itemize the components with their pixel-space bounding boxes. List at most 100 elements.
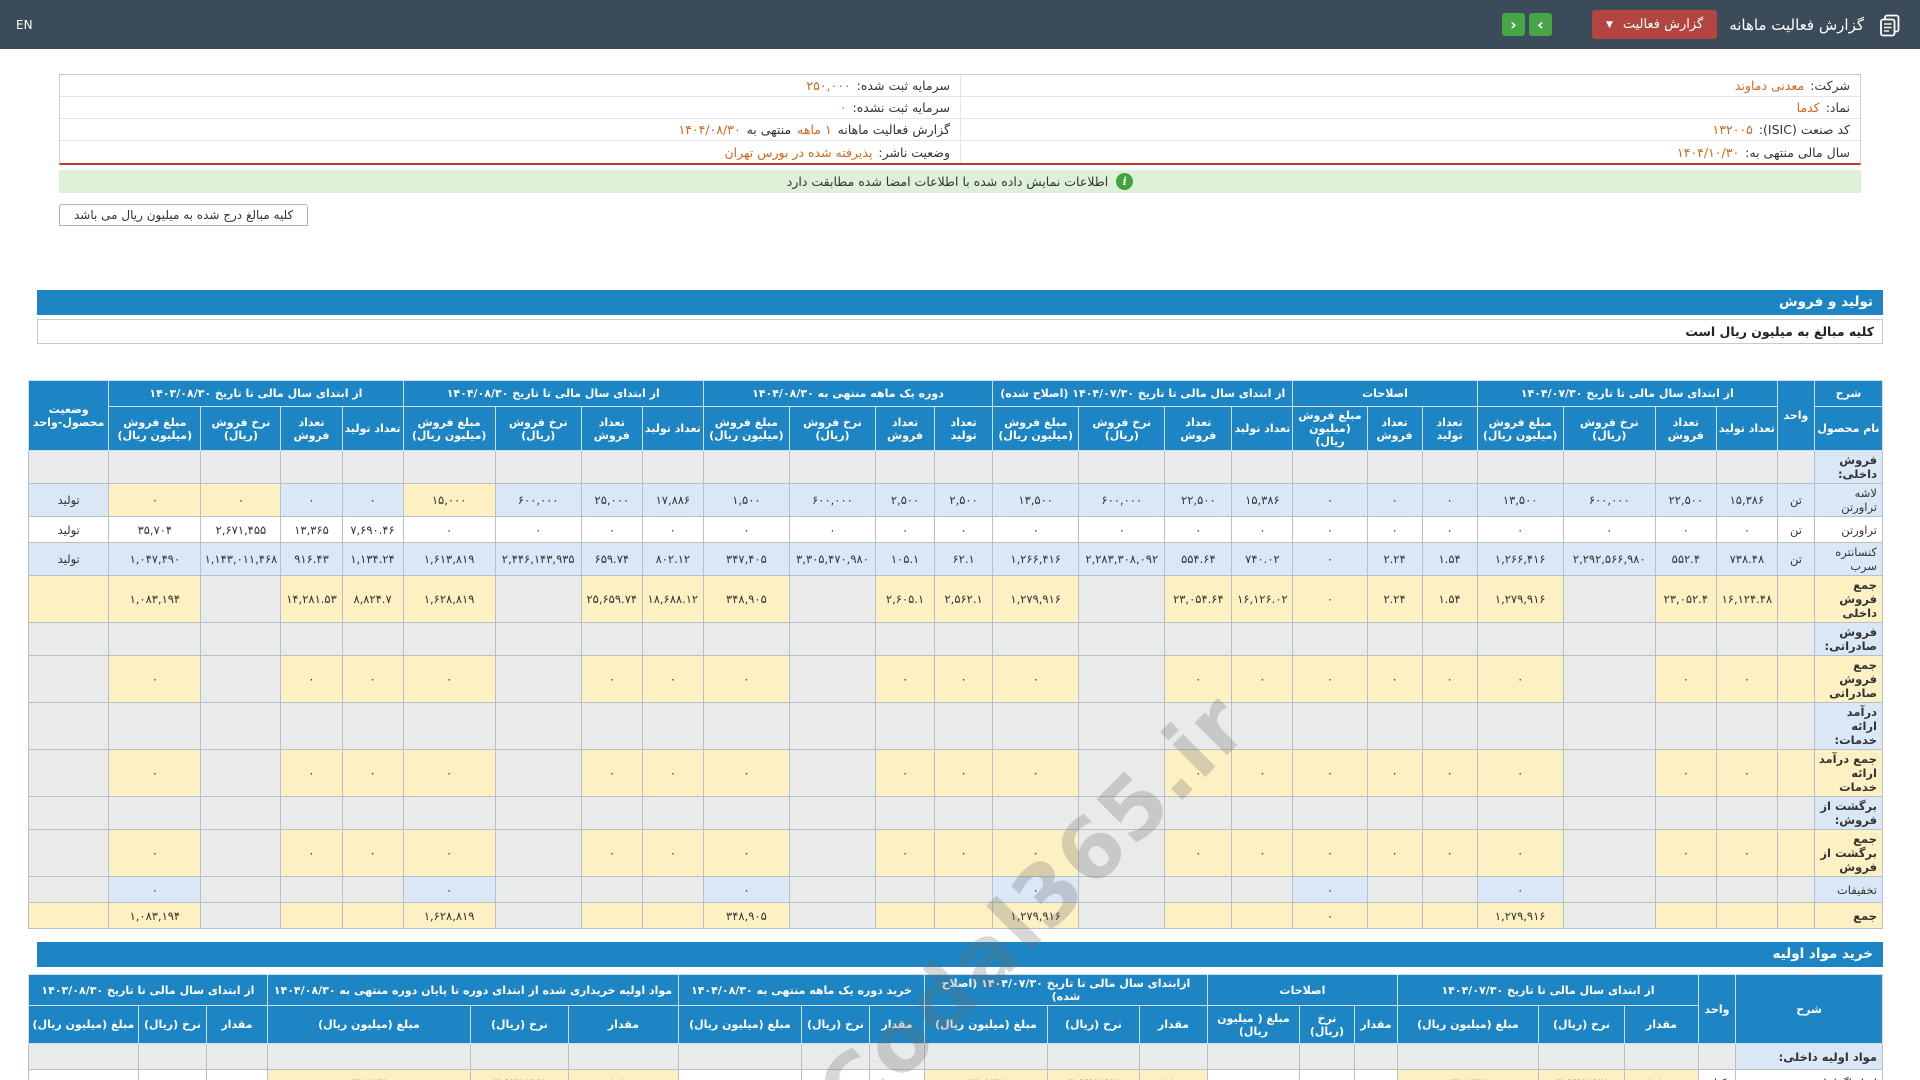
table-cell <box>1421 796 1478 830</box>
table-cell: ۰ <box>934 829 994 877</box>
table-cell <box>280 450 343 484</box>
table-cell <box>1654 902 1717 929</box>
table-cell: ۲۳,۰۵۴.۶۴ <box>1164 575 1233 623</box>
info-value[interactable]: معدنی دماوند <box>1735 78 1804 93</box>
table-cell <box>27 829 110 877</box>
column-header: نرخ (ریال) <box>1298 1005 1355 1044</box>
info-label: سال مالی منتهی به: <box>1745 144 1850 160</box>
table-cell: ۰ <box>875 516 936 543</box>
column-header: مبلغ فروش (میلیون ریال) <box>1476 406 1564 451</box>
info-label: کد صنعت (ISIC): <box>1758 122 1850 137</box>
table-cell <box>27 655 110 703</box>
amounts-note: کلیه مبالغ به میلیون ریال است <box>37 319 1883 344</box>
table-cell: ۶۰۰,۰۰۰ <box>1078 483 1166 517</box>
table-cell <box>137 1043 207 1070</box>
table-cell <box>494 796 582 830</box>
column-header: مبلغ فروش (میلیون ریال) <box>1292 406 1368 451</box>
table-cell: ۰ <box>1421 655 1478 703</box>
clipboard-report-icon[interactable] <box>1876 11 1904 39</box>
table-cell <box>1292 450 1368 484</box>
table-cell: ۹۱۶.۴۳ <box>280 542 343 576</box>
column-header: مبلغ فروش (میلیون ریال) <box>992 406 1080 451</box>
table-cell <box>1231 876 1294 903</box>
table-cell: ۳۱,۱۳۲ <box>266 1069 471 1080</box>
table-cell <box>1776 902 1815 929</box>
report-type-select[interactable]: گزارش فعالیت ▼ <box>1591 10 1718 39</box>
table-cell <box>641 450 704 484</box>
table-cell <box>1776 575 1815 623</box>
table-cell: ۰ <box>402 655 496 703</box>
next-report-button[interactable]: › <box>1528 13 1552 36</box>
table-cell <box>494 902 582 929</box>
info-value: ۱۴۰۴/۱۰/۳۰ <box>1677 144 1740 160</box>
table-cell <box>800 1043 870 1070</box>
table-cell <box>934 796 994 830</box>
table-cell <box>580 876 643 903</box>
table-cell: ۱,۰۸۳,۱۹۴ <box>108 575 202 623</box>
table-cell <box>402 450 496 484</box>
table-cell: ۰ <box>1078 516 1166 543</box>
table-cell: ۷,۶۹۰.۴۶ <box>341 516 404 543</box>
unit-note-tab[interactable]: کلیه مبالغ درج شده به میلیون ریال می باش… <box>59 204 309 226</box>
table-cell <box>1654 622 1717 656</box>
table-cell <box>580 622 643 656</box>
table-row: تراورتن تن ۰ ۰ ۰ ۰ ۰ ۰ ۰ ۰ ۰ ۰ ۰ ۰ ۰ ۰ ۰ ۰ ۰ ۰ ۰ ۷,۶۹۰.۴۶ ۱۳,۳… <box>27 516 1884 543</box>
table-cell <box>1562 450 1656 484</box>
table-cell: ۲,۲۹۲,۵۶۶,۹۸۰ <box>1562 542 1656 576</box>
table-cell <box>108 450 202 484</box>
table-cell <box>1776 749 1815 797</box>
table-cell: ۳,۵۳۷,۷۲۷ <box>1046 1069 1140 1080</box>
table-cell: ۰ <box>702 516 790 543</box>
table-cell: ۰ <box>1421 483 1478 517</box>
column-header: تعداد فروش <box>280 406 343 451</box>
table-cell: ۰ <box>280 829 343 877</box>
column-header: تعداد فروش <box>1654 406 1717 451</box>
table-cell: ۰ <box>1476 516 1564 543</box>
section-title-raw-materials: خرید مواد اولیه <box>37 942 1883 967</box>
table-cell <box>1396 1043 1540 1070</box>
table-cell <box>1421 622 1478 656</box>
table-cell <box>1562 749 1656 797</box>
table-cell <box>1698 1043 1736 1070</box>
row-label: تراورتن <box>1813 516 1884 543</box>
column-header: مقدار <box>567 1005 679 1044</box>
table-cell: ۰ <box>934 749 994 797</box>
table-cell <box>788 876 877 903</box>
table-cell <box>1562 622 1656 656</box>
row-label: کنسانتره سرب <box>1813 542 1884 576</box>
table-cell <box>341 450 404 484</box>
table-cell: ۰ <box>1654 749 1717 797</box>
column-header: تعداد تولید <box>934 406 994 451</box>
table-cell: ۰ <box>641 749 704 797</box>
column-group-header: دوره یک ماهه منتهی به ۱۴۰۴/۰۸/۳۰ <box>702 380 994 407</box>
table-cell: ۱,۶۱۳,۸۱۹ <box>402 542 496 576</box>
table-cell: ۰ <box>108 829 202 877</box>
language-toggle[interactable]: EN <box>16 18 33 32</box>
column-header: تعداد فروش <box>875 406 936 451</box>
table-cell <box>1078 702 1166 750</box>
table-cell: ۱۳,۵۰۰ <box>1476 483 1564 517</box>
table-row: جمع درآمد ارائه خدمات ۰ ۰ ۰ ۰ ۰ ۰ ۰ ۰ ۰ ۰ ۰ ۰ ۰ ۰ ۰ ۰ ۰ ۰ <box>27 749 1884 797</box>
company-info-cell: گزارش فعالیت ماهانه ۱ ماهه منتهی به ۱۴۰۴/۰۸… <box>60 119 960 140</box>
table-cell: ۰ <box>641 516 704 543</box>
previous-report-button[interactable]: ‹ <box>1501 13 1525 36</box>
table-cell: تن <box>1776 542 1815 576</box>
table-cell <box>934 876 994 903</box>
table-cell <box>108 796 202 830</box>
table-cell <box>494 622 582 656</box>
table-cell: ۰ <box>280 483 343 517</box>
table-cell: ۰ <box>1292 876 1368 903</box>
table-cell: ۰ <box>1421 829 1478 877</box>
table-cell <box>580 450 643 484</box>
info-value: ۱ ماهه <box>797 122 832 137</box>
table-cell: ۳۴۷,۴۰۵ <box>702 542 790 576</box>
table-cell: ۲,۲۸۳,۳۰۸,۰۹۲ <box>1078 542 1166 576</box>
table-cell <box>788 655 877 703</box>
table-cell: ۲,۵۰۰ <box>934 483 994 517</box>
column-header: مبلغ (میلیون ریال) <box>677 1005 802 1044</box>
company-info-row: سال مالی منتهی به: ۱۴۰۴/۱۰/۳۰ وضعیت ناشر: پ… <box>60 141 1860 163</box>
table-cell: ۰ <box>341 655 404 703</box>
table-cell <box>1231 796 1294 830</box>
column-header: مقدار <box>1138 1005 1208 1044</box>
table-cell: ۰ <box>108 483 202 517</box>
